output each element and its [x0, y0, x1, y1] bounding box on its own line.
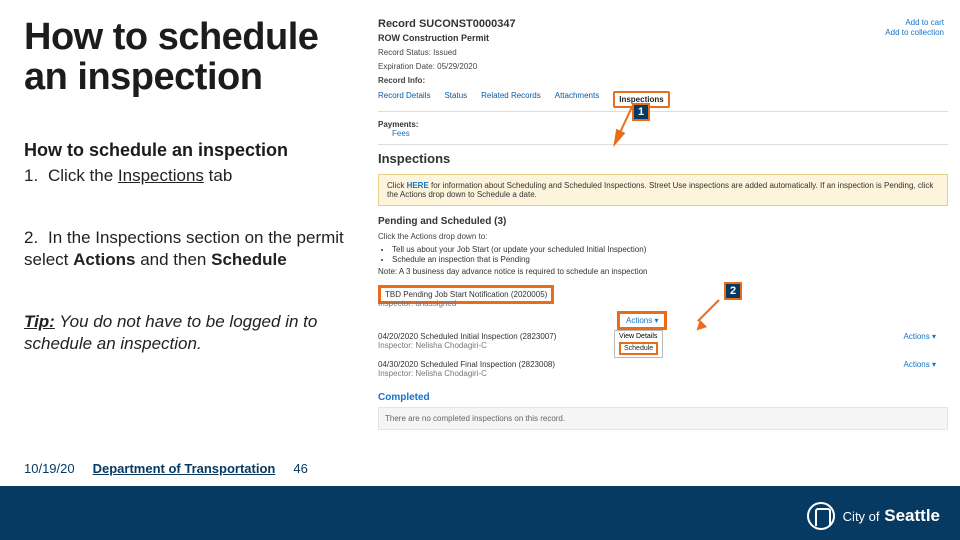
step-2: 2.In the Inspections section on the perm…: [24, 227, 369, 271]
record-status: Record Status: Issued: [378, 48, 948, 57]
inspection-row-3: 04/30/2020 Scheduled Final Inspection (2…: [378, 360, 948, 378]
screenshot-panel: Add to cart Add to collection Record SUC…: [378, 18, 948, 448]
actions-menu: View Details Schedule: [614, 330, 663, 358]
actions-intro: Click the Actions drop down to:: [378, 232, 948, 241]
inspections-heading: Inspections: [378, 151, 948, 166]
footer-text: 10/19/20 Department of Transportation 46: [24, 461, 308, 476]
record-heading: Record SUCONST0000347: [378, 18, 948, 30]
footer-dept: Department of Transportation: [93, 461, 276, 476]
tab-record-details[interactable]: Record Details: [378, 91, 430, 108]
actions-dropdown[interactable]: Actions ▾: [617, 311, 667, 330]
section-subhead: How to schedule an inspection: [24, 140, 369, 161]
add-links: Add to cart Add to collection: [885, 18, 944, 39]
record-tabs: Record Details Status Related Records At…: [378, 91, 948, 112]
tip-text: Tip: You do not have to be logged in to …: [24, 311, 369, 355]
menu-schedule[interactable]: Schedule: [619, 342, 658, 355]
footer-page: 46: [293, 461, 307, 476]
footer-date: 10/19/20: [24, 461, 75, 476]
menu-view-details[interactable]: View Details: [619, 333, 658, 340]
record-expire: Expiration Date: 05/29/2020: [378, 62, 948, 71]
record-info-label: Record Info:: [378, 76, 948, 85]
info-banner: Click HERE for information about Schedul…: [378, 174, 948, 206]
tab-status[interactable]: Status: [444, 91, 467, 108]
fees-link[interactable]: Fees: [392, 129, 948, 138]
seal-icon: [807, 502, 835, 530]
no-completed-msg: There are no completed inspections on th…: [378, 407, 948, 430]
callout-1: 1: [632, 103, 650, 121]
tab-attachments[interactable]: Attachments: [555, 91, 599, 108]
slide-title: How to schedulean inspection: [24, 18, 369, 98]
step-1: 1.Click the Inspections tab: [24, 165, 369, 187]
advance-note: Note: A 3 business day advance notice is…: [378, 267, 948, 276]
here-link[interactable]: HERE: [407, 181, 429, 190]
completed-heading: Completed: [378, 392, 948, 403]
tab-related[interactable]: Related Records: [481, 91, 541, 108]
callout-2: 2: [724, 282, 742, 300]
record-type: ROW Construction Permit: [378, 33, 948, 43]
actions-link-2[interactable]: Actions ▾: [904, 332, 936, 350]
inspection-row-1: TBD Pending Job Start Notification (2020…: [378, 290, 948, 308]
payments-label: Payments:: [378, 120, 948, 129]
pending-heading: Pending and Scheduled (3): [378, 216, 948, 227]
actions-bullets: Tell us about your Job Start (or update …: [392, 245, 948, 264]
actions-link-3[interactable]: Actions ▾: [904, 360, 936, 378]
city-logo: City of Seattle: [807, 502, 940, 530]
